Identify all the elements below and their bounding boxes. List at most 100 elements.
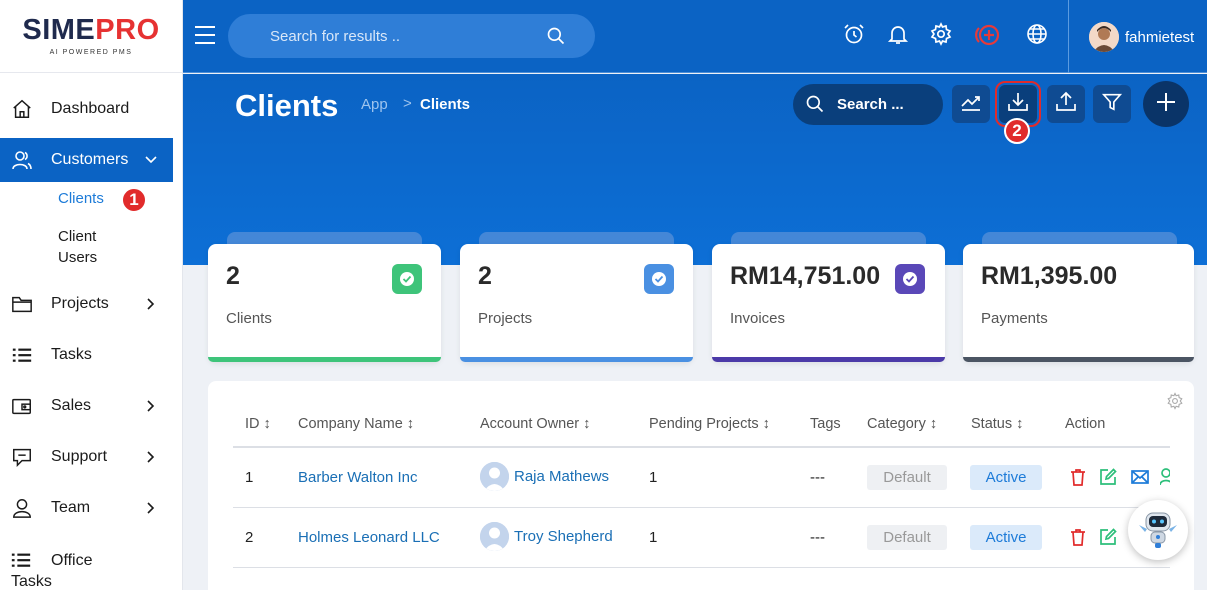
stat-card-clients[interactable]: 2 Clients <box>208 244 441 362</box>
trash-icon[interactable] <box>1068 467 1088 487</box>
owner-avatar-icon <box>480 462 509 491</box>
upload-icon <box>1054 90 1078 119</box>
sidebar-item-label: Tasks <box>51 346 92 363</box>
check-badge-icon <box>392 264 422 294</box>
stat-label: Payments <box>981 310 1048 327</box>
avatar[interactable] <box>1089 22 1119 52</box>
alarm-clock-icon[interactable] <box>842 22 868 48</box>
sidebar-item-label: Customers <box>51 151 129 168</box>
sidebar-item-label: Team <box>51 499 91 516</box>
card-accent-bar <box>963 357 1194 362</box>
stat-value: 2 <box>478 262 492 290</box>
chat-icon <box>10 445 34 469</box>
divider <box>1068 0 1069 73</box>
stat-value: RM1,395.00 <box>981 262 1118 290</box>
sidebar-subitem-client-users[interactable]: Client Users <box>58 226 138 268</box>
search-input[interactable]: Search for results .. <box>228 14 595 58</box>
column-header-id[interactable]: ID ↕ <box>245 416 271 432</box>
cell-owner-link[interactable]: Raja Mathews <box>514 468 609 485</box>
stat-card-invoices[interactable]: RM14,751.00 Invoices <box>712 244 945 362</box>
add-client-button[interactable] <box>1143 81 1189 127</box>
check-badge-icon <box>895 264 925 294</box>
upload-button[interactable] <box>1047 85 1085 123</box>
search-placeholder: Search for results .. <box>270 28 401 45</box>
logo-text-pro: PRO <box>95 14 160 46</box>
chevron-right-icon <box>144 399 158 413</box>
sidebar-item-office-tasks[interactable]: Office Tasks <box>0 548 183 590</box>
logo[interactable]: SIMEPRO AI POWERED PMS <box>0 0 182 73</box>
sidebar-item-projects[interactable]: Projects <box>0 282 183 326</box>
chevron-right-icon <box>144 501 158 515</box>
robot-icon <box>1135 505 1181 556</box>
breadcrumb-separator: > <box>403 95 412 112</box>
gear-icon[interactable] <box>1166 392 1184 415</box>
sidebar-item-customers[interactable]: Customers <box>0 138 173 182</box>
wallet-icon <box>10 394 34 418</box>
cell-owner-link[interactable]: Troy Shepherd <box>514 528 613 545</box>
gear-icon[interactable] <box>929 22 955 48</box>
sidebar-item-label: Projects <box>51 295 109 312</box>
column-header-owner[interactable]: Account Owner ↕ <box>480 416 590 432</box>
breadcrumb-current: Clients <box>420 96 471 113</box>
plus-icon <box>1155 91 1177 118</box>
sidebar-item-team[interactable]: Team <box>0 486 183 530</box>
menu-icon[interactable] <box>195 26 215 44</box>
top-bar: Search for results .. fahmietest <box>183 0 1207 73</box>
sidebar-subitem-clients[interactable]: Clients <box>58 190 104 207</box>
chevron-right-icon <box>144 450 158 464</box>
logo-text-sime: SIME <box>22 14 96 46</box>
sidebar-item-label: Sales <box>51 397 92 414</box>
check-badge-icon <box>644 264 674 294</box>
stat-card-payments[interactable]: RM1,395.00 Payments <box>963 244 1194 362</box>
filter-button[interactable] <box>1093 85 1131 123</box>
user-icon <box>10 496 34 520</box>
page-search-input[interactable]: Search ... <box>793 84 943 125</box>
search-icon[interactable] <box>546 26 566 51</box>
trend-chart-button[interactable] <box>952 85 990 123</box>
sidebar-item-label: Support <box>51 448 108 465</box>
edit-icon[interactable] <box>1098 527 1118 547</box>
logo-tagline: AI POWERED PMS <box>49 49 133 56</box>
username[interactable]: fahmietest <box>1125 29 1194 46</box>
cell-tags: --- <box>810 529 825 546</box>
list-icon <box>10 343 34 367</box>
column-header-tags: Tags <box>810 416 841 432</box>
stat-value: RM14,751.00 <box>730 262 881 290</box>
stat-value: 2 <box>226 262 240 290</box>
clients-table-panel: ID ↕ Company Name ↕ Account Owner ↕ Pend… <box>208 381 1194 590</box>
column-header-action: Action <box>1065 416 1106 432</box>
category-badge: Default <box>867 525 947 550</box>
column-header-status[interactable]: Status ↕ <box>971 416 1023 432</box>
cell-id: 2 <box>245 529 254 546</box>
user-icon[interactable] <box>1160 467 1170 487</box>
status-badge[interactable]: Active <box>970 525 1042 550</box>
sidebar: SIMEPRO AI POWERED PMS Dashboard Custome… <box>0 0 183 590</box>
column-header-category[interactable]: Category ↕ <box>867 416 937 432</box>
bell-icon[interactable] <box>886 22 912 48</box>
chevron-down-icon <box>144 153 158 167</box>
stat-card-projects[interactable]: 2 Projects <box>460 244 693 362</box>
sidebar-item-tasks[interactable]: Tasks <box>0 333 183 377</box>
edit-icon[interactable] <box>1098 467 1118 487</box>
column-header-pending[interactable]: Pending Projects ↕ <box>649 416 770 432</box>
card-accent-bar <box>460 357 693 362</box>
chevron-right-icon <box>144 297 158 311</box>
mail-icon[interactable] <box>1130 467 1150 487</box>
column-header-company[interactable]: Company Name ↕ <box>298 416 414 432</box>
status-badge[interactable]: Active <box>970 465 1042 490</box>
search-icon <box>805 94 825 119</box>
trash-icon[interactable] <box>1068 527 1088 547</box>
globe-icon[interactable] <box>1025 22 1051 48</box>
sidebar-item-sales[interactable]: Sales <box>0 384 183 428</box>
page-title: Clients <box>235 88 339 123</box>
cell-company-link[interactable]: Barber Walton Inc <box>298 469 418 486</box>
breadcrumb-app[interactable]: App <box>361 96 388 113</box>
chatbot-button[interactable] <box>1128 500 1188 560</box>
sidebar-item-dashboard[interactable]: Dashboard <box>0 87 183 131</box>
header-divider <box>233 446 1170 448</box>
add-circle-icon[interactable] <box>974 22 1000 48</box>
cell-company-link[interactable]: Holmes Leonard LLC <box>298 529 440 546</box>
row-divider <box>233 567 1170 568</box>
cell-tags: --- <box>810 469 825 486</box>
sidebar-item-support[interactable]: Support <box>0 435 183 479</box>
